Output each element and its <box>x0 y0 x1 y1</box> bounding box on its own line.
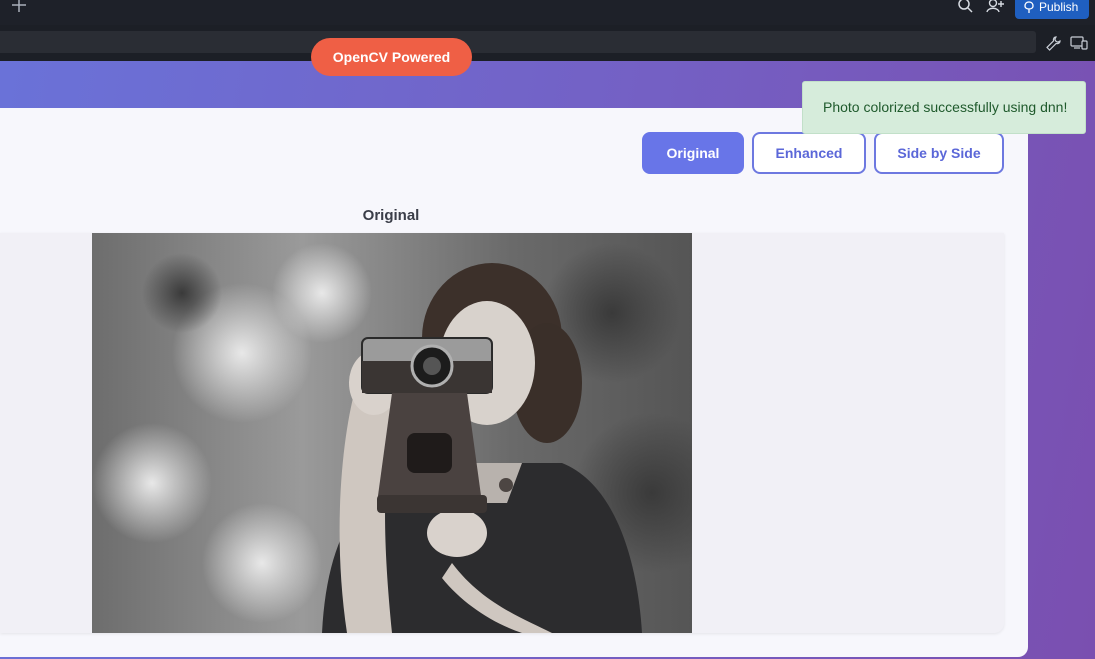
side-by-side-button[interactable]: Side by Side <box>874 132 1004 174</box>
enhanced-view-button[interactable]: Enhanced <box>752 132 866 174</box>
url-field[interactable] <box>0 31 1036 53</box>
publish-icon <box>1024 1 1034 13</box>
original-view-button[interactable]: Original <box>642 132 744 174</box>
publish-label: Publish <box>1039 0 1079 14</box>
dev-toolbar <box>0 25 1095 61</box>
opencv-powered-badge: OpenCV Powered <box>311 38 472 76</box>
success-toast: Photo colorized successfully using dnn! <box>802 81 1086 134</box>
panel-title: Original <box>362 207 420 224</box>
publish-button[interactable]: Publish <box>1015 0 1089 19</box>
original-photo <box>92 233 692 633</box>
add-user-icon[interactable] <box>986 0 1004 18</box>
new-tab-icon[interactable] <box>10 0 28 18</box>
devices-icon[interactable] <box>1070 36 1088 50</box>
search-icon[interactable] <box>956 0 974 18</box>
wrench-icon[interactable] <box>1045 36 1061 52</box>
title-bar: Publish <box>0 0 1095 26</box>
